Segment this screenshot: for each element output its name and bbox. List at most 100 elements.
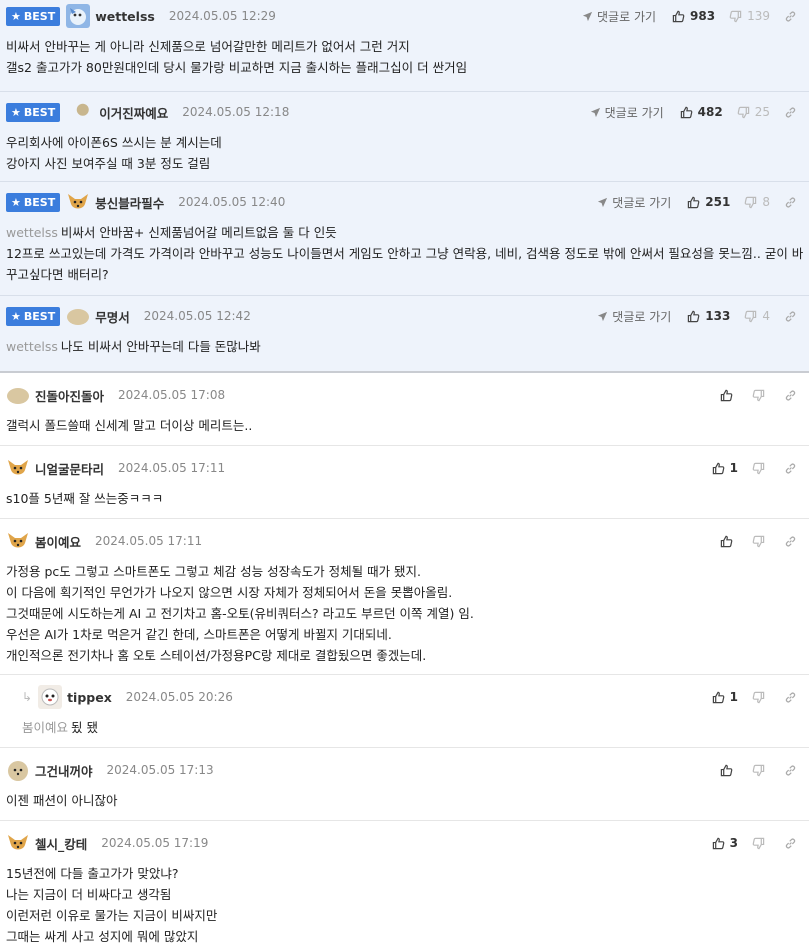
thumbs-up-icon xyxy=(672,10,685,22)
nickname[interactable]: 이거진짜예요 xyxy=(99,103,168,122)
downvote-button[interactable]: 139 xyxy=(729,9,770,23)
thumbs-up-icon xyxy=(688,310,700,322)
best-comment: ★ BEST wettelss 2024.05.05 12:29 댓글로 가기 9… xyxy=(0,0,809,92)
thumbs-up-icon xyxy=(680,106,692,118)
thumbs-up-icon xyxy=(720,535,733,547)
link-icon[interactable] xyxy=(784,10,797,23)
comment: 첼시_캉테 2024.05.05 17:19 3 15년전에 다들 출고가가 맞… xyxy=(0,821,809,950)
comment: 진돌아진돌아 2024.05.05 17:08 갤럭시 폴드쓸때 신세계 말고 … xyxy=(0,373,809,446)
downvote-button[interactable]: 25 xyxy=(737,105,770,119)
comment-date: 2024.05.05 17:13 xyxy=(106,763,214,777)
thumbs-down-icon xyxy=(752,691,765,703)
upvote-button[interactable] xyxy=(720,389,738,402)
send-icon xyxy=(598,197,608,207)
downvote-button[interactable] xyxy=(752,764,770,777)
comment-date: 2024.05.05 12:18 xyxy=(182,105,290,119)
comment: 그건내꺼야 2024.05.05 17:13 이젠 패션이 아니잖아 xyxy=(0,748,809,821)
comment-body: 우리회사에 아이폰6S 쓰시는 분 계시는데 강아지 사진 보여주실 때 3분 … xyxy=(6,135,222,171)
star-icon: ★ xyxy=(11,195,21,209)
thumbs-up-icon xyxy=(688,196,700,208)
reply-comment: ↳ tippex 2024.05.05 20:26 1 봄이예요 됬 됐 xyxy=(0,675,809,748)
star-icon: ★ xyxy=(11,309,21,323)
upvote-button[interactable]: 1 xyxy=(712,461,738,475)
nickname[interactable]: 니얼굴문타리 xyxy=(35,459,104,478)
avatar xyxy=(76,103,89,116)
link-icon[interactable] xyxy=(784,837,797,850)
comment-date: 2024.05.05 12:42 xyxy=(143,309,251,323)
best-badge: ★ BEST xyxy=(6,102,61,122)
nickname[interactable]: tippex xyxy=(67,690,112,705)
downvote-button[interactable] xyxy=(752,837,770,850)
thumbs-down-icon xyxy=(745,310,757,322)
reply-arrow-icon: ↳ xyxy=(22,690,33,704)
comment-date: 2024.05.05 20:26 xyxy=(125,690,233,704)
go-to-reply-link[interactable]: 댓글로 가기 xyxy=(597,194,671,211)
link-icon[interactable] xyxy=(784,691,797,704)
avatar xyxy=(8,533,28,548)
upvote-button[interactable]: 482 xyxy=(680,105,723,119)
comment-date: 2024.05.05 17:11 xyxy=(95,534,203,548)
thumbs-up-icon xyxy=(720,764,733,776)
link-icon[interactable] xyxy=(784,462,797,475)
comment-body: 가정용 pc도 그렇고 스마트폰도 그렇고 체감 성능 성장속도가 정체될 때가… xyxy=(6,564,474,663)
thumbs-down-icon xyxy=(729,10,742,22)
link-icon[interactable] xyxy=(784,535,797,548)
avatar xyxy=(67,309,90,325)
comment-body: 15년전에 다들 출고가가 맞았냐? 나는 지금이 더 비싸다고 생각됨 이런저… xyxy=(6,866,218,944)
upvote-button[interactable] xyxy=(720,535,738,548)
comment-body: 갤럭시 폴드쓸때 신세계 말고 더이상 메리트는.. xyxy=(6,418,253,433)
downvote-button[interactable] xyxy=(752,462,770,475)
comment-list: ★ BEST wettelss 2024.05.05 12:29 댓글로 가기 9… xyxy=(0,0,809,950)
thumbs-up-icon xyxy=(720,389,733,401)
downvote-button[interactable]: 4 xyxy=(744,309,770,323)
upvote-button[interactable] xyxy=(720,764,738,777)
nickname[interactable]: 그건내꺼야 xyxy=(35,761,93,780)
mention[interactable]: 봄이예요 xyxy=(22,720,68,735)
downvote-button[interactable] xyxy=(752,535,770,548)
link-icon[interactable] xyxy=(784,310,797,323)
comment-date: 2024.05.05 12:40 xyxy=(178,195,286,209)
avatar xyxy=(38,685,63,709)
upvote-button[interactable]: 251 xyxy=(687,195,730,209)
send-icon xyxy=(598,311,608,321)
downvote-button[interactable] xyxy=(752,691,770,704)
upvote-button[interactable]: 133 xyxy=(687,309,730,323)
avatar xyxy=(68,194,89,209)
nickname[interactable]: 봄이예요 xyxy=(35,532,81,551)
thumbs-down-icon xyxy=(752,764,765,776)
thumbs-up-icon xyxy=(712,837,724,849)
upvote-button[interactable]: 983 xyxy=(672,9,715,23)
best-badge: ★ BEST xyxy=(6,306,61,326)
link-icon[interactable] xyxy=(784,106,797,119)
upvote-button[interactable]: 3 xyxy=(712,836,738,850)
comment: 니얼굴문타리 2024.05.05 17:11 1 s10플 5년째 잘 쓰는중… xyxy=(0,446,809,519)
nickname[interactable]: 진돌아진돌아 xyxy=(35,386,104,405)
downvote-button[interactable] xyxy=(752,389,770,402)
thumbs-up-icon xyxy=(712,691,724,703)
mention[interactable]: wettelss xyxy=(6,339,58,354)
link-icon[interactable] xyxy=(784,389,797,402)
go-to-reply-link[interactable]: 댓글로 가기 xyxy=(597,308,671,325)
comment-body: s10플 5년째 잘 쓰는중ㅋㅋㅋ xyxy=(6,491,164,506)
comment-body: 봄이예요 됬 됐 xyxy=(22,720,98,735)
go-to-reply-link[interactable]: 댓글로 가기 xyxy=(590,104,664,121)
upvote-button[interactable]: 1 xyxy=(712,690,738,704)
link-icon[interactable] xyxy=(784,764,797,777)
nickname[interactable]: 붕신블라필수 xyxy=(95,193,164,212)
thumbs-down-icon xyxy=(752,389,765,401)
avatar xyxy=(8,761,28,781)
send-icon xyxy=(590,107,600,117)
comment-date: 2024.05.05 17:11 xyxy=(118,461,226,475)
nickname[interactable]: wettelss xyxy=(95,9,155,24)
nickname[interactable]: 첼시_캉테 xyxy=(35,834,87,853)
thumbs-down-icon xyxy=(745,196,757,208)
comment-body: wettelss 비싸서 안바꿈+ 신제품넘어갈 메리트없음 둘 다 인듯 12프… xyxy=(6,225,804,282)
nickname[interactable]: 무명서 xyxy=(95,307,130,326)
downvote-button[interactable]: 8 xyxy=(744,195,770,209)
go-to-reply-link[interactable]: 댓글로 가기 xyxy=(582,8,656,25)
mention[interactable]: wettelss xyxy=(6,225,58,240)
avatar xyxy=(8,835,28,850)
link-icon[interactable] xyxy=(784,196,797,209)
avatar xyxy=(66,4,91,28)
avatar xyxy=(8,460,28,475)
